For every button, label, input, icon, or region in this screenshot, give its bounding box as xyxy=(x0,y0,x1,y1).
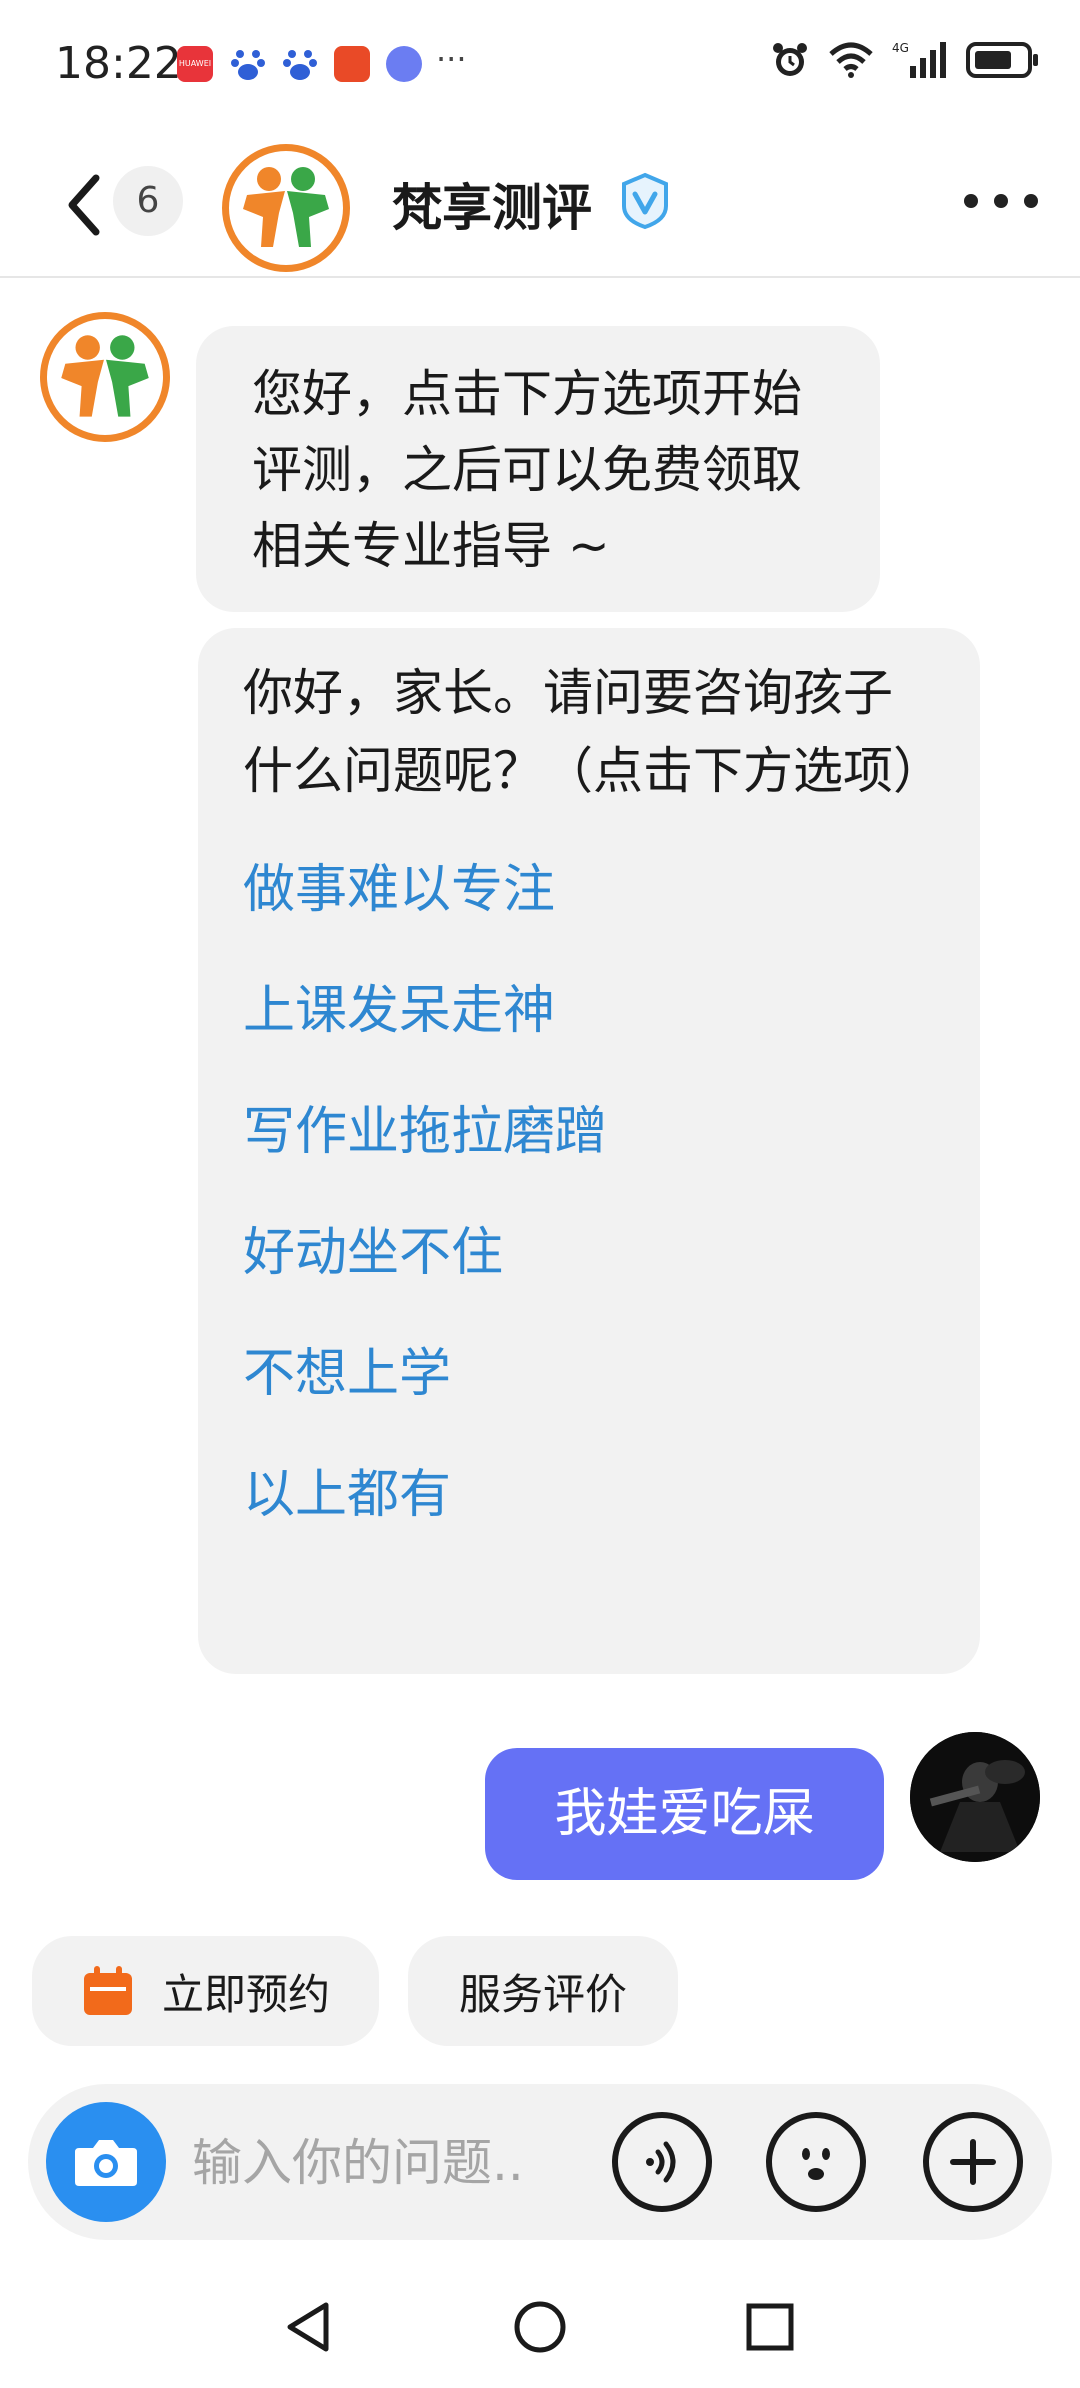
bot-message-bubble: 您好，点击下方选项开始评测，之后可以免费领取相关专业指导 ~ xyxy=(196,326,880,612)
emoji-icon xyxy=(802,2148,830,2180)
option-link[interactable]: 好动坐不住 xyxy=(243,1193,935,1314)
plus-icon xyxy=(950,2139,996,2185)
calendar-icon xyxy=(84,1966,132,2015)
plus-button[interactable] xyxy=(923,2112,1023,2212)
more-dot xyxy=(1024,194,1038,208)
status-indicators: 4G xyxy=(770,40,1040,80)
network-type-label: 4G xyxy=(892,41,909,55)
rating-label: 服务评价 xyxy=(458,1969,627,2019)
more-notifications-icon: ··· xyxy=(436,40,467,78)
page-title: 梵享测评 xyxy=(392,179,592,237)
triangle-back-icon xyxy=(287,2302,329,2352)
emoji-button[interactable] xyxy=(766,2112,866,2212)
system-nav-bar xyxy=(0,2270,1080,2388)
baidu-app-icon xyxy=(282,46,318,82)
baidu-app-icon xyxy=(230,46,266,82)
more-dot xyxy=(994,194,1008,208)
voice-button[interactable] xyxy=(612,2112,712,2212)
more-options-button[interactable] xyxy=(964,186,1038,216)
option-list: 做事难以专注 上课发呆走神 写作业拖拉磨蹭 好动坐不住 不想上学 以上都有 xyxy=(243,830,935,1556)
user-photo xyxy=(910,1732,1040,1862)
nav-home-button[interactable] xyxy=(505,2292,575,2362)
chevron-left-icon xyxy=(68,174,100,236)
voice-icon xyxy=(646,2141,676,2183)
question-text: 你好，家长。请问要咨询孩子什么问题呢？（点击下方选项） xyxy=(243,664,943,800)
logo-icon xyxy=(61,335,149,417)
account-avatar[interactable] xyxy=(222,144,350,272)
option-link[interactable]: 做事难以专注 xyxy=(243,830,935,951)
camera-button[interactable] xyxy=(46,2102,166,2222)
wifi-icon xyxy=(828,42,874,78)
logo-icon xyxy=(243,167,329,247)
question-input[interactable] xyxy=(192,2118,592,2208)
chat-header: 6 梵享测评 xyxy=(0,130,1080,278)
greeting-text: 您好，点击下方选项开始评测，之后可以免费领取相关专业指导 ~ xyxy=(252,365,802,575)
circle-home-icon xyxy=(514,2301,566,2353)
nav-recent-button[interactable] xyxy=(735,2292,805,2362)
camera-icon xyxy=(75,2140,137,2186)
shopping-app-icon xyxy=(334,46,370,82)
battery-icon xyxy=(966,41,1040,79)
option-link[interactable]: 写作业拖拉磨蹭 xyxy=(243,1072,935,1193)
rating-button[interactable]: 服务评价 xyxy=(408,1936,678,2046)
nav-back-button[interactable] xyxy=(275,2292,345,2362)
unread-count-badge: 6 xyxy=(113,166,183,236)
status-bar: 18:22 HUAWEI ··· 4G xyxy=(0,0,1080,130)
huawei-app-icon: HUAWEI xyxy=(177,46,213,82)
option-link[interactable]: 上课发呆走神 xyxy=(243,951,935,1072)
bot-avatar[interactable] xyxy=(40,312,170,442)
option-link[interactable]: 不想上学 xyxy=(243,1314,935,1435)
verified-icon xyxy=(616,172,674,230)
user-avatar[interactable] xyxy=(910,1732,1040,1862)
input-bar xyxy=(28,2084,1052,2240)
signal-icon: 4G xyxy=(892,40,948,80)
booking-button[interactable]: 立即预约 xyxy=(32,1936,379,2046)
music-app-icon xyxy=(386,46,422,82)
user-message-bubble: 我娃爱吃屎 xyxy=(485,1748,884,1880)
booking-label: 立即预约 xyxy=(162,1969,331,2019)
huawei-label: HUAWEI xyxy=(178,59,212,68)
square-recent-icon xyxy=(746,2303,794,2351)
alarm-icon xyxy=(770,40,810,80)
more-dot xyxy=(964,194,978,208)
back-button[interactable] xyxy=(60,170,110,240)
option-link[interactable]: 以上都有 xyxy=(243,1435,935,1556)
status-time: 18:22 xyxy=(55,38,182,89)
bot-question-bubble: 你好，家长。请问要咨询孩子什么问题呢？（点击下方选项） 做事难以专注 上课发呆走… xyxy=(198,628,980,1674)
